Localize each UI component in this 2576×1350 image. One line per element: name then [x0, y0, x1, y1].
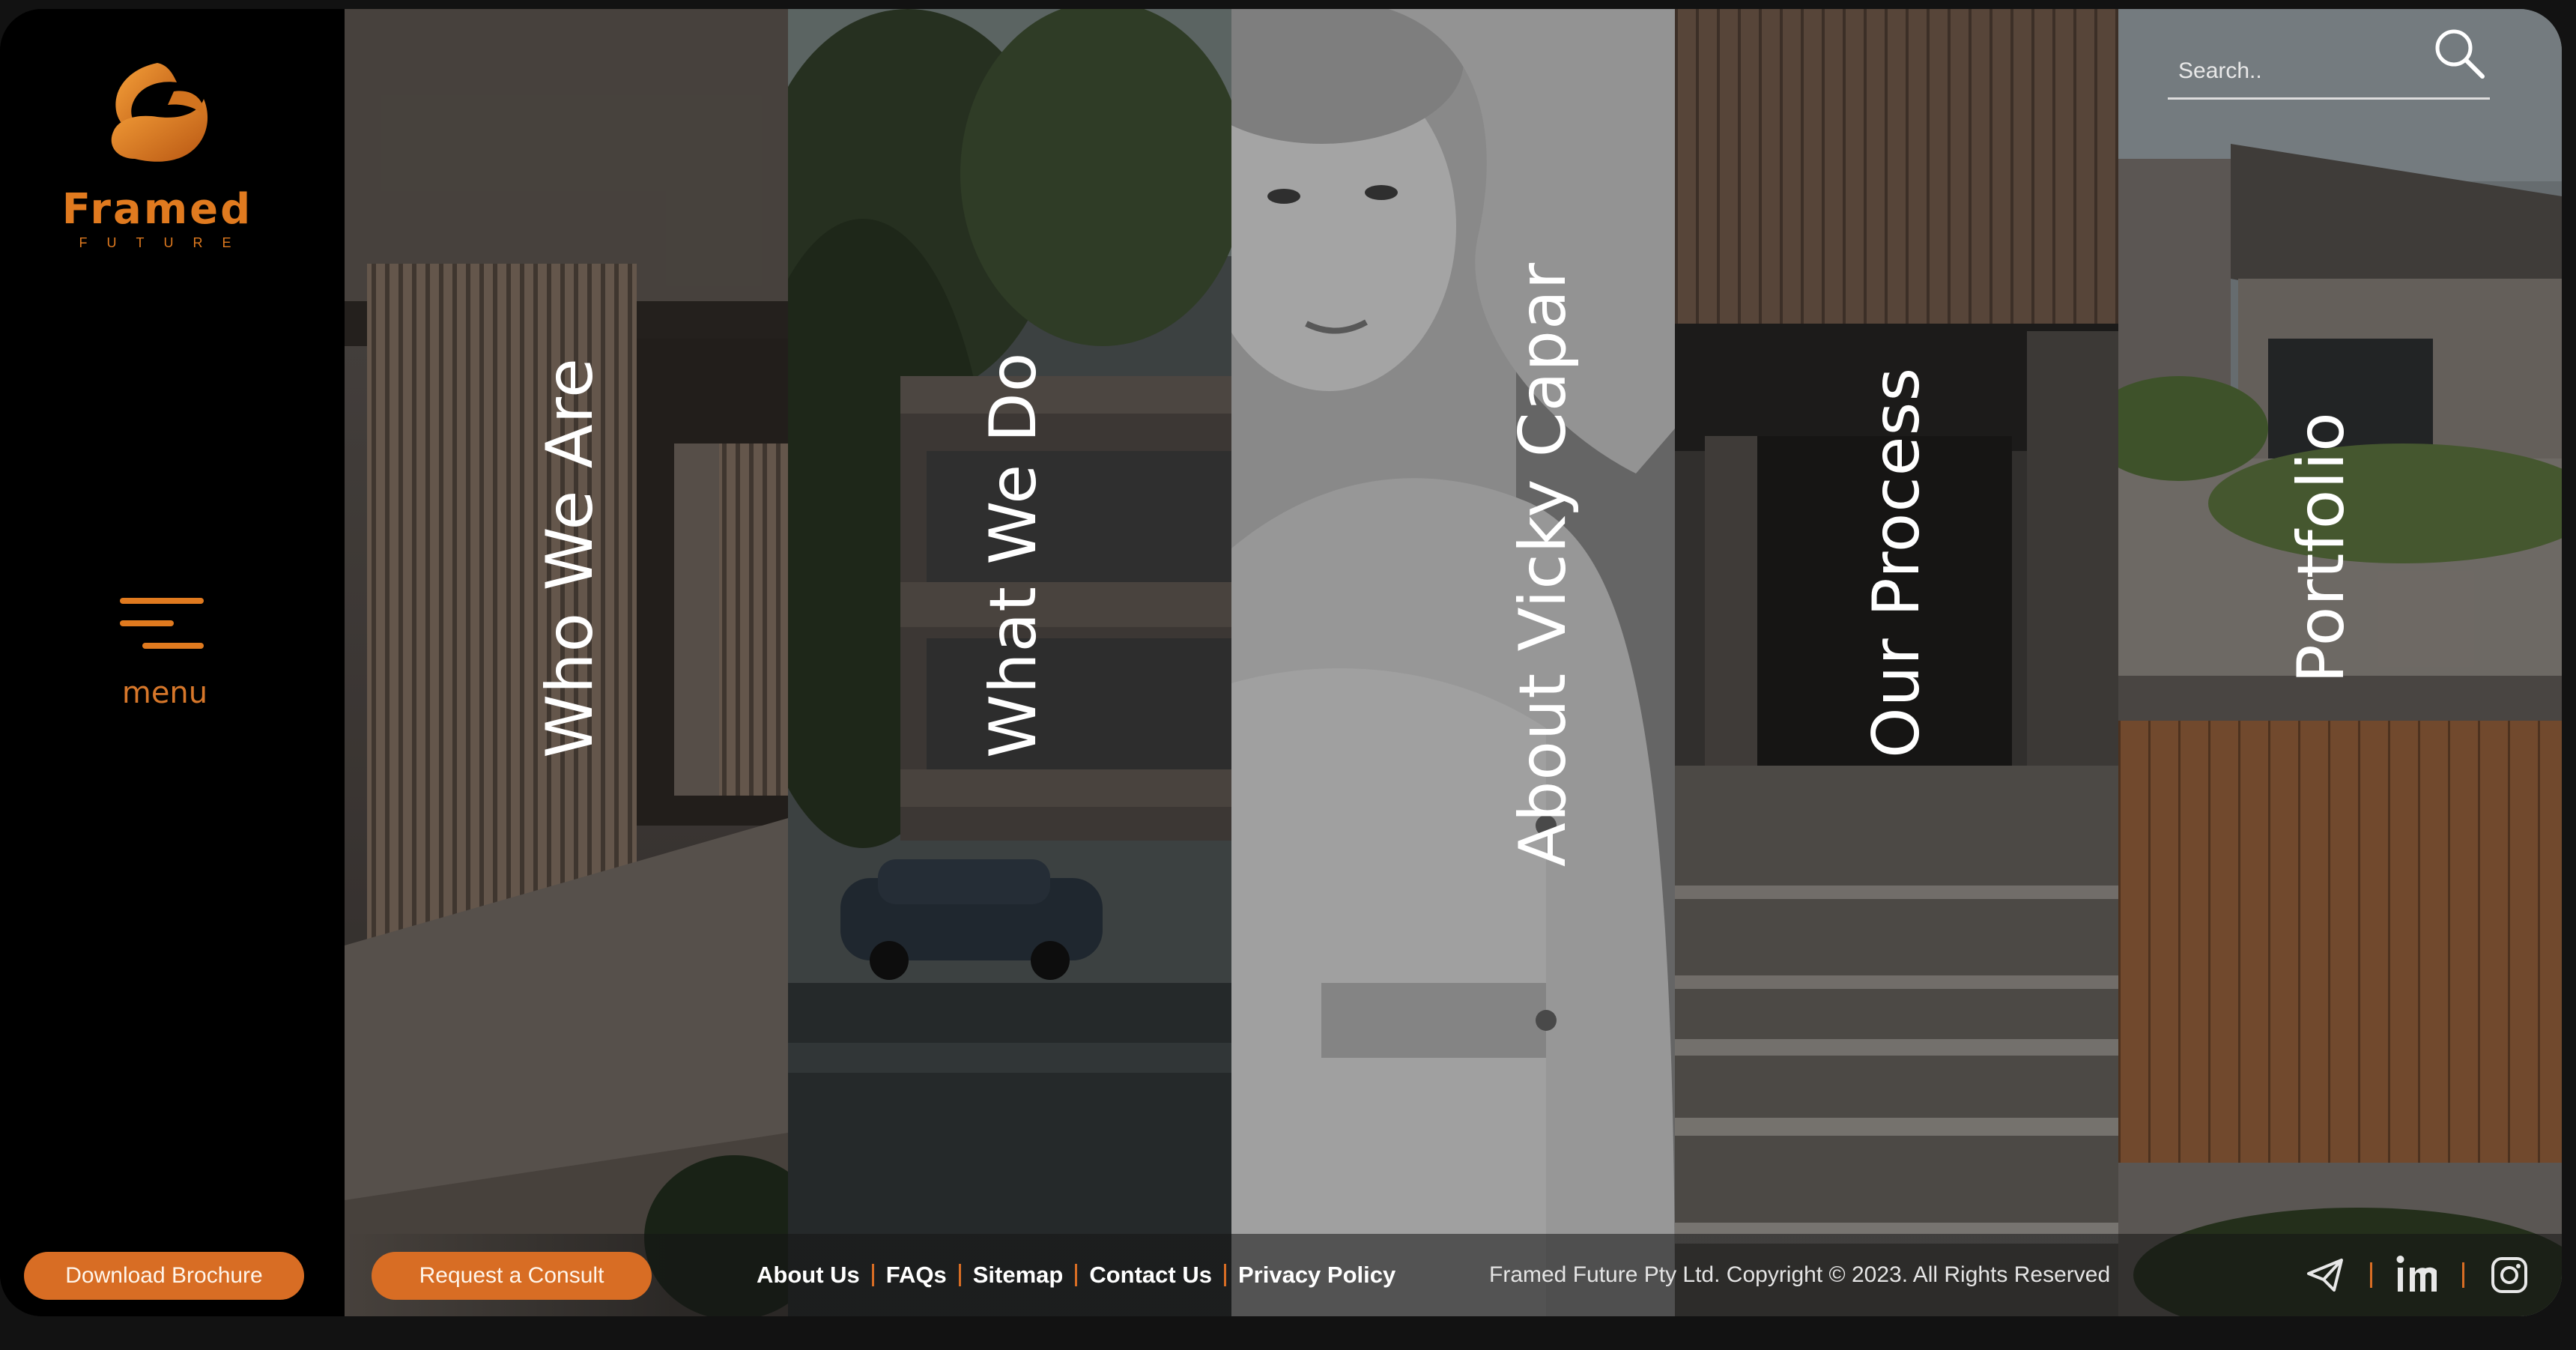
footer: Download Brochure Request a Consult Abou…	[0, 1234, 2562, 1316]
footer-link-faqs[interactable]: FAQs	[886, 1262, 947, 1289]
brand-name: Framed	[61, 185, 253, 234]
footer-link-contact-us[interactable]: Contact Us	[1089, 1262, 1212, 1289]
sidebar: Framed FUTURE menu	[0, 9, 345, 1316]
panel-our-process[interactable]: Our Process	[1675, 9, 2118, 1316]
footer-links: About Us FAQs Sitemap Contact Us Privacy…	[757, 1234, 1395, 1316]
footer-link-about-us[interactable]: About Us	[757, 1262, 860, 1289]
panel-label-what-we-do: What We Do	[976, 351, 1051, 758]
brand-tagline: FUTURE	[79, 235, 251, 250]
footer-link-privacy-policy[interactable]: Privacy Policy	[1238, 1262, 1395, 1289]
footer-separator	[1223, 1264, 1226, 1286]
panel-label-our-process: Our Process	[1859, 366, 1934, 758]
search-underline	[2168, 97, 2490, 100]
telegram-icon[interactable]	[2301, 1251, 2349, 1299]
panel-who-we-are[interactable]: Who We Are	[345, 9, 788, 1316]
panel-label-portfolio: Portfolio	[2284, 411, 2359, 683]
panel-what-we-do[interactable]: What We Do	[788, 9, 1231, 1316]
hamburger-line	[120, 620, 174, 626]
panel-label-who-we-are: Who We Are	[533, 357, 607, 758]
linkedin-icon[interactable]	[2393, 1251, 2441, 1299]
footer-link-sitemap[interactable]: Sitemap	[973, 1262, 1064, 1289]
menu-label: menu	[121, 676, 208, 710]
hamburger-icon	[120, 598, 204, 604]
search-icon[interactable]	[2430, 24, 2490, 84]
hamburger-line	[142, 643, 204, 649]
search-bar	[2168, 24, 2490, 100]
menu-button[interactable]: menu	[112, 586, 217, 721]
download-brochure-button[interactable]: Download Brochure	[24, 1252, 304, 1300]
section-panels: Who We Are What We Do About Vicky Capar …	[345, 9, 2562, 1316]
social-separator	[2462, 1262, 2464, 1288]
brand-logo[interactable]: Framed FUTURE	[45, 46, 270, 264]
search-input[interactable]	[2168, 49, 2427, 93]
panel-portfolio[interactable]: Portfolio	[2118, 9, 2562, 1316]
footer-separator	[1075, 1264, 1078, 1286]
page-frame: Framed FUTURE menu Who We Are What We Do…	[0, 9, 2562, 1316]
request-consult-button[interactable]: Request a Consult	[372, 1252, 652, 1300]
framed-logo-icon	[111, 63, 208, 162]
footer-separator	[958, 1264, 961, 1286]
footer-separator	[871, 1264, 874, 1286]
panel-image-portrait	[1231, 9, 1675, 1316]
panel-label-about-vicky-capar: About Vicky Capar	[1506, 261, 1581, 867]
panel-about-vicky-capar[interactable]: About Vicky Capar	[1231, 9, 1675, 1316]
copyright-text: Framed Future Pty Ltd. Copyright © 2023.…	[1489, 1262, 2111, 1287]
social-links	[2301, 1234, 2533, 1316]
social-separator	[2370, 1262, 2372, 1288]
instagram-icon[interactable]	[2485, 1251, 2533, 1299]
